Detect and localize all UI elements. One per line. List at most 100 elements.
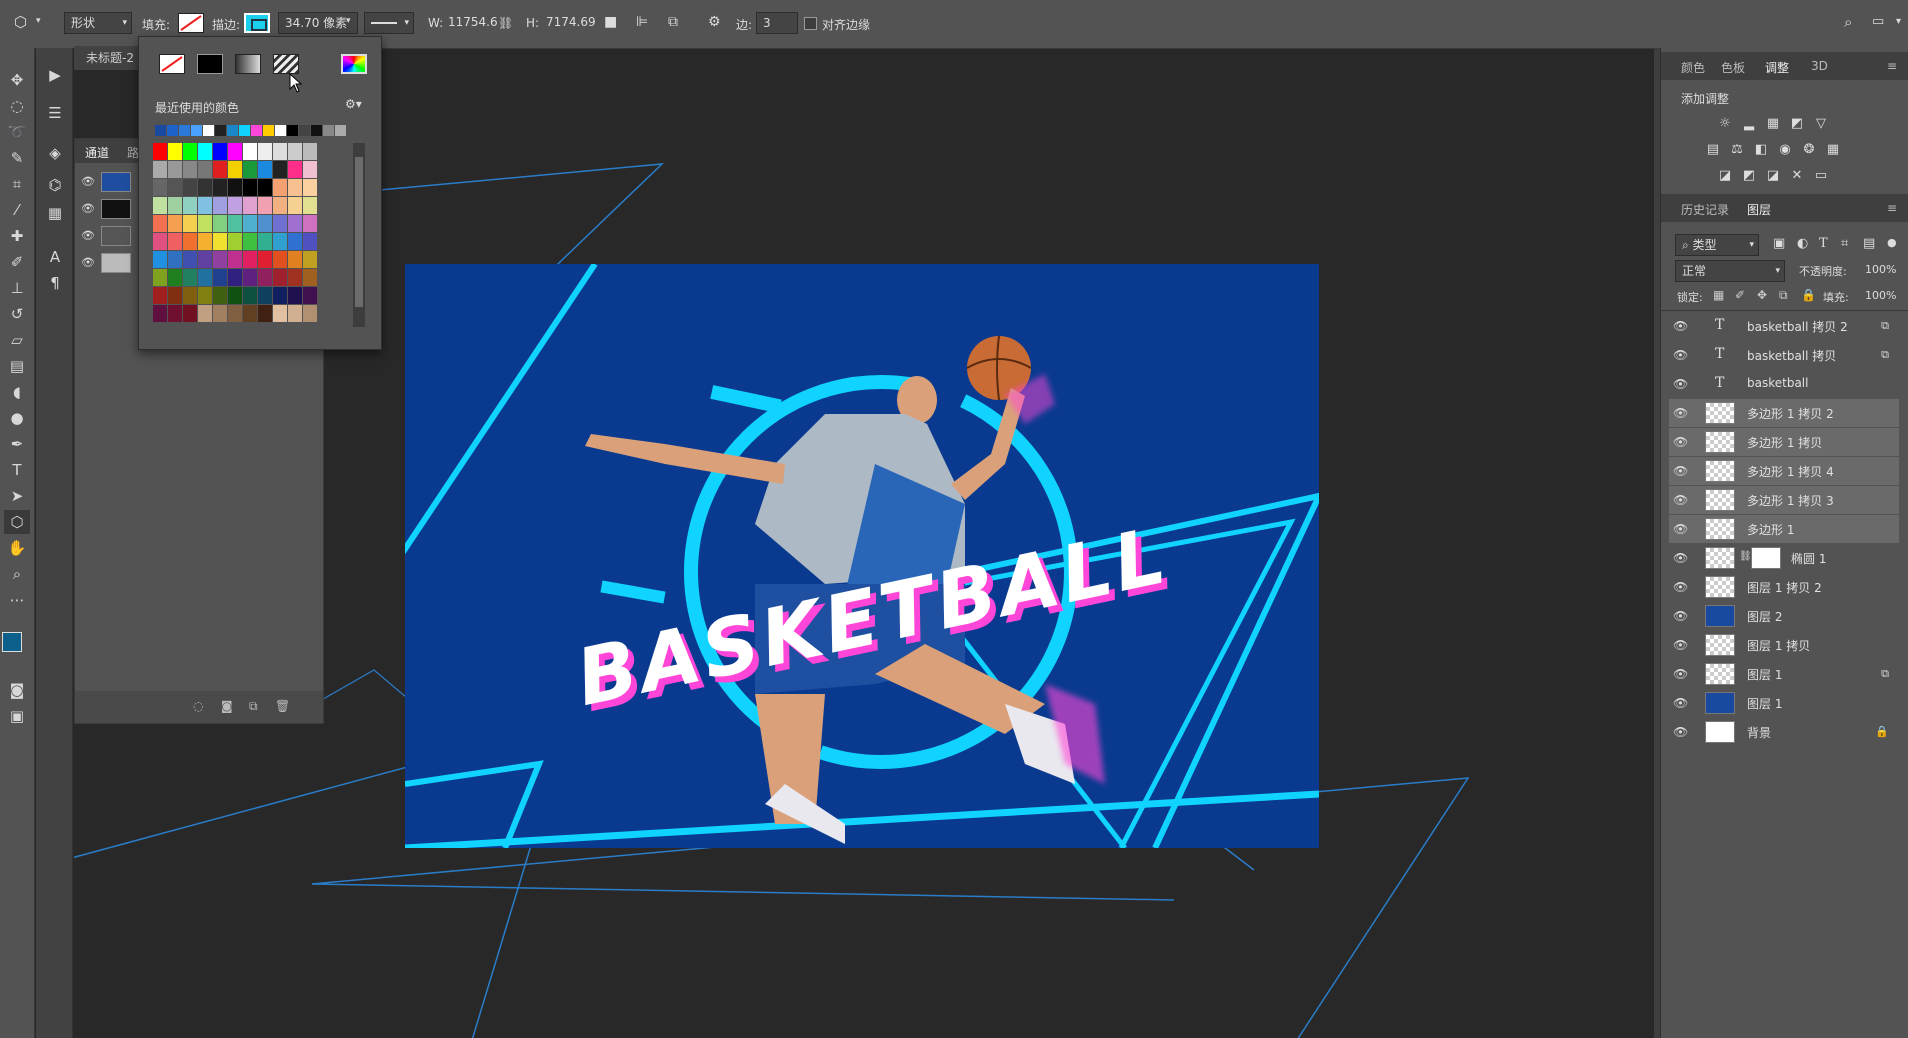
properties-icon[interactable]: ☰ bbox=[42, 100, 68, 126]
color-swatch[interactable] bbox=[213, 287, 227, 304]
color-swatch[interactable] bbox=[273, 269, 287, 286]
gradient-tool-icon[interactable]: ▤ bbox=[4, 354, 30, 378]
color-swatch[interactable] bbox=[168, 287, 182, 304]
color-swatch[interactable] bbox=[243, 269, 257, 286]
color-swatch[interactable] bbox=[243, 215, 257, 232]
layer-row[interactable]: 👁 Tbasketball bbox=[1669, 370, 1899, 398]
panel-menu-icon[interactable]: ≡ bbox=[1887, 201, 1897, 215]
brushes-icon[interactable]: ▦ bbox=[42, 200, 68, 226]
solid-color-button[interactable] bbox=[197, 54, 223, 74]
gradient-button[interactable] bbox=[235, 54, 261, 74]
path-select-tool-icon[interactable]: ➤ bbox=[4, 484, 30, 508]
color-swatch[interactable] bbox=[273, 305, 287, 322]
color-swatch[interactable] bbox=[243, 143, 257, 160]
color-swatch[interactable] bbox=[198, 305, 212, 322]
quick-select-tool-icon[interactable]: ✎ bbox=[4, 146, 30, 170]
color-swatch[interactable] bbox=[153, 215, 167, 232]
linked-effect-icon[interactable]: ⧉ bbox=[1881, 319, 1889, 333]
sides-input[interactable]: 3 bbox=[756, 12, 798, 34]
stroke-width-chevron-icon[interactable]: ▾ bbox=[346, 16, 351, 26]
lock-image-icon[interactable]: ✐ bbox=[1735, 288, 1745, 302]
color-swatch[interactable] bbox=[303, 143, 317, 160]
shape-tool-icon[interactable]: ⬡ bbox=[4, 510, 30, 534]
tab-history[interactable]: 历史记录 bbox=[1681, 201, 1729, 218]
color-swatch[interactable] bbox=[198, 143, 212, 160]
recent-color-swatch[interactable] bbox=[239, 125, 250, 136]
eye-icon[interactable]: 👁 bbox=[81, 175, 95, 188]
filter-toggle-icon[interactable]: ● bbox=[1887, 236, 1897, 249]
color-swatch[interactable] bbox=[168, 215, 182, 232]
recent-color-swatch[interactable] bbox=[299, 125, 310, 136]
color-swatch[interactable] bbox=[258, 305, 272, 322]
color-swatch[interactable] bbox=[258, 215, 272, 232]
brightness-contrast-icon[interactable]: ☼ bbox=[1717, 116, 1733, 132]
color-swatch[interactable] bbox=[228, 233, 242, 250]
character-icon[interactable]: A bbox=[42, 244, 68, 270]
color-swatch[interactable] bbox=[243, 287, 257, 304]
workspace-icon[interactable]: ▭ bbox=[1872, 14, 1884, 29]
width-input[interactable]: 11754.6 bbox=[446, 12, 498, 34]
opacity-value[interactable]: 100% bbox=[1865, 263, 1896, 276]
eye-icon[interactable]: 👁 bbox=[1673, 696, 1688, 710]
eye-icon[interactable]: 👁 bbox=[1673, 435, 1688, 449]
color-swatch[interactable] bbox=[198, 287, 212, 304]
color-swatch[interactable] bbox=[183, 215, 197, 232]
color-lookup-icon[interactable]: ▦ bbox=[1825, 142, 1841, 158]
zoom-tool-icon[interactable]: ⌕ bbox=[4, 562, 30, 586]
recent-color-swatch[interactable] bbox=[191, 125, 202, 136]
load-selection-icon[interactable]: ◌ bbox=[193, 699, 203, 713]
color-swatch[interactable] bbox=[153, 269, 167, 286]
color-swatch[interactable] bbox=[228, 305, 242, 322]
crop-tool-icon[interactable]: ⌗ bbox=[4, 172, 30, 196]
lock-position-icon[interactable]: ✥ bbox=[1757, 288, 1767, 302]
color-swatch[interactable] bbox=[243, 197, 257, 214]
recent-color-swatch[interactable] bbox=[251, 125, 262, 136]
more-tools-icon[interactable]: ⋯ bbox=[4, 588, 30, 612]
fill-swatch-button[interactable] bbox=[178, 13, 204, 33]
eye-icon[interactable]: 👁 bbox=[81, 202, 95, 215]
color-swatch[interactable] bbox=[288, 179, 302, 196]
recent-color-swatch[interactable] bbox=[287, 125, 298, 136]
color-swatch[interactable] bbox=[183, 305, 197, 322]
levels-icon[interactable]: ▂ bbox=[1741, 116, 1757, 132]
color-swatch[interactable] bbox=[243, 251, 257, 268]
color-swatch[interactable] bbox=[213, 161, 227, 178]
color-swatch[interactable] bbox=[183, 269, 197, 286]
blend-mode-select[interactable]: 正常 ▾ bbox=[1675, 260, 1785, 282]
layer-row[interactable]: 👁 T ⧉ basketball 拷贝 bbox=[1669, 341, 1899, 369]
color-swatch[interactable] bbox=[258, 269, 272, 286]
channels-icon[interactable]: ◈ bbox=[42, 140, 68, 166]
color-swatch[interactable] bbox=[273, 215, 287, 232]
color-swatch[interactable] bbox=[273, 161, 287, 178]
color-swatch[interactable] bbox=[258, 197, 272, 214]
screen-mode-icon[interactable]: ▣ bbox=[4, 704, 30, 728]
eraser-tool-icon[interactable]: ▱ bbox=[4, 328, 30, 352]
color-swatch[interactable] bbox=[303, 233, 317, 250]
polygon-tool-icon[interactable]: ⬡ bbox=[14, 13, 27, 31]
stroke-swatch-button[interactable] bbox=[244, 13, 270, 33]
eye-icon[interactable]: 👁 bbox=[81, 256, 95, 269]
color-swatch[interactable] bbox=[303, 197, 317, 214]
swatch-scrollbar[interactable] bbox=[353, 143, 365, 327]
filter-shape-icon[interactable]: ⌗ bbox=[1841, 236, 1848, 251]
color-swatch[interactable] bbox=[168, 269, 182, 286]
align-edges-checkbox[interactable] bbox=[804, 17, 817, 30]
color-swatch[interactable] bbox=[168, 161, 182, 178]
layer-row[interactable]: 👁 多边形 1 拷贝 2 bbox=[1669, 399, 1899, 427]
paths-icon[interactable]: ⌬ bbox=[42, 172, 68, 198]
photo-filter-icon[interactable]: ◉ bbox=[1777, 142, 1793, 158]
scrollbar-thumb[interactable] bbox=[355, 157, 363, 307]
trash-icon[interactable]: 🗑 bbox=[275, 699, 290, 713]
recent-color-swatch[interactable] bbox=[215, 125, 226, 136]
tab-3d[interactable]: 3D bbox=[1811, 59, 1828, 73]
channel-mixer-icon[interactable]: ❂ bbox=[1801, 142, 1817, 158]
eye-icon[interactable]: 👁 bbox=[1673, 406, 1688, 420]
color-swatch[interactable] bbox=[288, 251, 302, 268]
vector-mask-thumbnail[interactable] bbox=[1751, 547, 1781, 569]
color-swatch[interactable] bbox=[228, 215, 242, 232]
filter-pixel-icon[interactable]: ▣ bbox=[1773, 236, 1785, 251]
foreground-color-swatch[interactable] bbox=[2, 632, 22, 652]
gear-icon[interactable]: ⚙▾ bbox=[345, 97, 362, 111]
quick-mask-icon[interactable]: ◙ bbox=[4, 678, 30, 702]
healing-brush-tool-icon[interactable]: ✚ bbox=[4, 224, 30, 248]
